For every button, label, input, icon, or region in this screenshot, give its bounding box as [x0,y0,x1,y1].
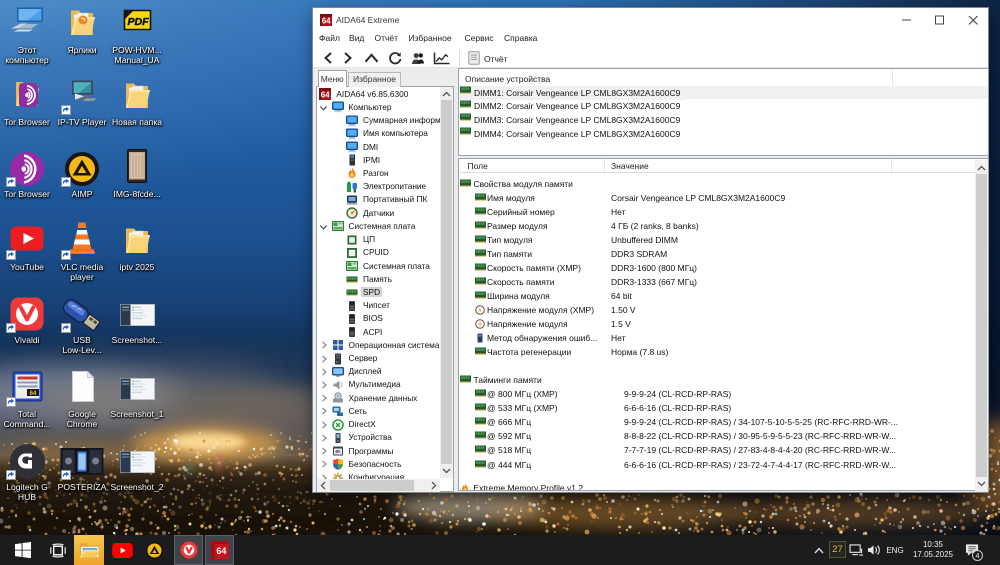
svg-text:PDF: PDF [127,16,149,28]
svg-text:64: 64 [321,91,330,100]
svg-text:64: 64 [216,546,226,556]
svg-text:64: 64 [29,391,36,397]
svg-text:64: 64 [321,16,330,25]
